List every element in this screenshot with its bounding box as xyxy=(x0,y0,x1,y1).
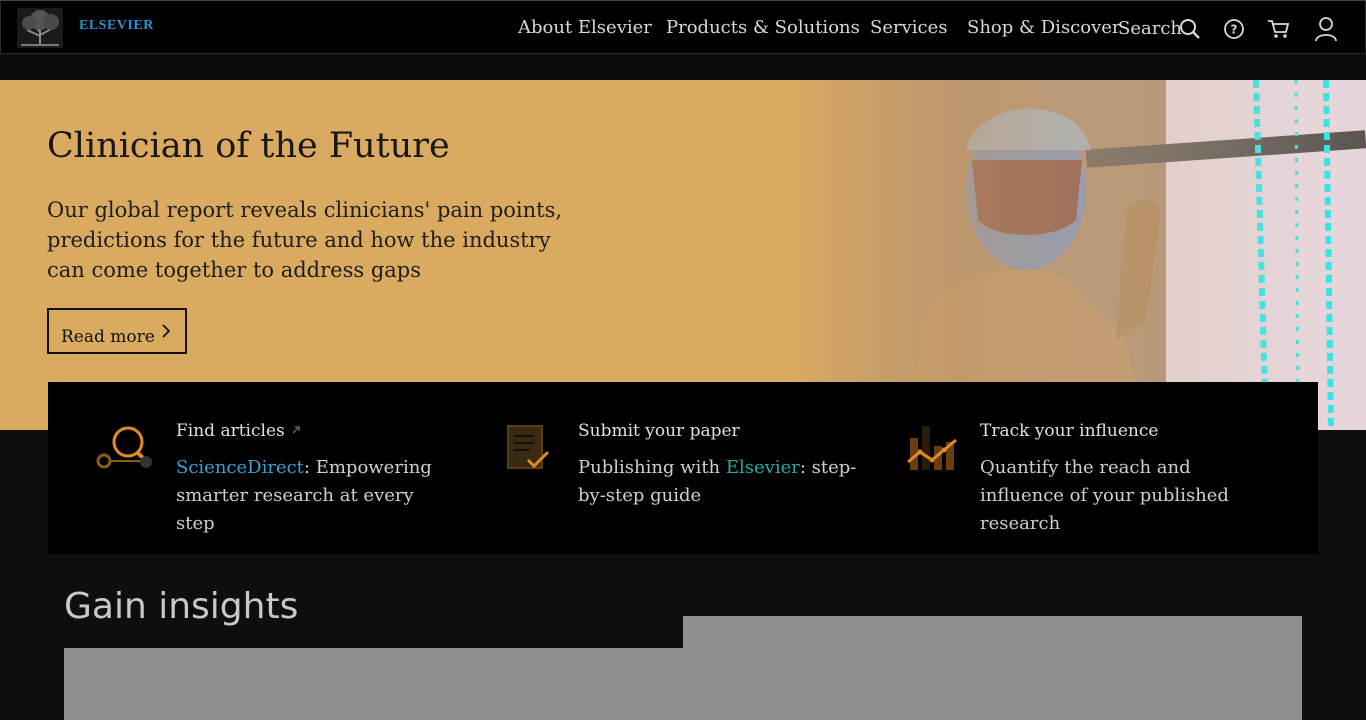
card-title-track-influence[interactable]: Track your influence xyxy=(980,421,1158,441)
elsevier-link[interactable]: Elsevier xyxy=(726,457,800,478)
hero-banner: Clinician of the Future Our global repor… xyxy=(0,80,1366,430)
card-desc-find-articles: ScienceDirect: Empowering smarter resear… xyxy=(176,454,456,538)
read-more-label: Read more xyxy=(61,326,155,347)
nav-about-elsevier[interactable]: About Elsevier xyxy=(518,17,652,38)
svg-text:?: ? xyxy=(1231,23,1238,37)
insight-card-image-right[interactable] xyxy=(683,616,1302,720)
clinician-hero-image xyxy=(786,80,1366,430)
external-link-icon xyxy=(292,426,300,434)
document-check-icon xyxy=(507,425,550,469)
magnifier-icon xyxy=(96,426,152,469)
elsevier-tree-logo[interactable] xyxy=(17,8,63,48)
sciencedirect-link[interactable]: ScienceDirect xyxy=(176,457,304,478)
submit-desc-pre: Publishing with xyxy=(578,457,726,478)
card-desc-submit-paper: Publishing with Elsevier: step-by-step g… xyxy=(578,454,868,510)
nav-products-solutions[interactable]: Products & Solutions xyxy=(666,17,860,38)
card-title-find-articles[interactable]: Find articles xyxy=(176,421,302,441)
read-more-button[interactable]: Read more xyxy=(47,308,187,354)
insight-card-image-left[interactable] xyxy=(64,648,683,720)
top-navigation-bar: ELSEVIER About Elsevier Products & Solut… xyxy=(0,0,1366,54)
subnav-strip xyxy=(0,58,1366,80)
card-find-articles[interactable]: Find articles ScienceDirect: Empowering … xyxy=(96,382,476,554)
card-submit-paper[interactable]: Submit your paper Publishing with Elsevi… xyxy=(506,382,886,554)
chart-icon xyxy=(907,426,957,470)
nav-services[interactable]: Services xyxy=(870,17,947,38)
card-title-submit-paper[interactable]: Submit your paper xyxy=(578,421,740,441)
section-title: Gain insights xyxy=(64,586,299,627)
chevron-right-icon xyxy=(162,324,171,338)
user-icon[interactable] xyxy=(1314,16,1338,42)
hero-title: Clinician of the Future xyxy=(47,126,450,166)
card-track-influence[interactable]: Track your influence Quantify the reach … xyxy=(906,382,1306,554)
help-icon[interactable]: ? xyxy=(1223,18,1245,40)
search-label[interactable]: Search xyxy=(1118,18,1182,39)
search-icon[interactable] xyxy=(1179,18,1201,40)
hero-description: Our global report reveals clinicians' pa… xyxy=(47,198,563,282)
card-desc-track-influence: Quantify the reach and influence of your… xyxy=(980,457,1229,534)
find-articles-label: Find articles xyxy=(176,421,285,441)
brand-name[interactable]: ELSEVIER xyxy=(79,18,154,34)
nav-shop-discover[interactable]: Shop & Discover xyxy=(967,17,1121,38)
quick-links-cards: Find articles ScienceDirect: Empowering … xyxy=(48,382,1318,554)
cart-icon[interactable] xyxy=(1267,18,1291,40)
